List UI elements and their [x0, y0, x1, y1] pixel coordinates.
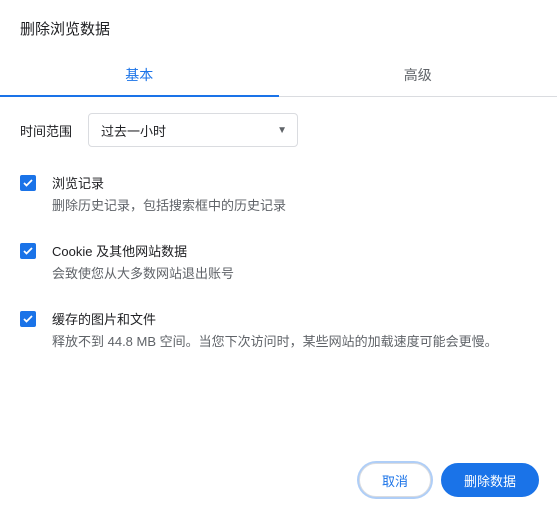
- options-list: 浏览记录 删除历史记录，包括搜索框中的历史记录 Cookie 及其他网站数据 会…: [0, 157, 557, 366]
- checkbox-browsing-history[interactable]: [20, 175, 36, 191]
- tab-basic[interactable]: 基本: [0, 53, 279, 96]
- cancel-button[interactable]: 取消: [359, 463, 431, 497]
- option-cookies: Cookie 及其他网站数据 会致使您从大多数网站退出账号: [20, 231, 537, 299]
- time-range-select[interactable]: 过去一小时 ▼: [88, 113, 298, 147]
- option-description: 释放不到 44.8 MB 空间。当您下次访问时，某些网站的加载速度可能会更慢。: [52, 332, 498, 353]
- option-description: 会致使您从大多数网站退出账号: [52, 264, 234, 285]
- tab-advanced[interactable]: 高级: [279, 53, 557, 96]
- option-title: 浏览记录: [52, 173, 286, 192]
- checkmark-icon: [22, 313, 34, 325]
- checkbox-cookies[interactable]: [20, 243, 36, 259]
- dialog-footer: 取消 删除数据: [359, 463, 539, 497]
- clear-data-button[interactable]: 删除数据: [441, 463, 539, 497]
- time-range-value: 过去一小时: [101, 121, 166, 140]
- option-text: 缓存的图片和文件 释放不到 44.8 MB 空间。当您下次访问时，某些网站的加载…: [52, 309, 498, 353]
- time-range-row: 时间范围 过去一小时 ▼: [0, 97, 557, 157]
- option-text: Cookie 及其他网站数据 会致使您从大多数网站退出账号: [52, 241, 234, 285]
- option-text: 浏览记录 删除历史记录，包括搜索框中的历史记录: [52, 173, 286, 217]
- tabs: 基本 高级: [0, 53, 557, 97]
- option-browsing-history: 浏览记录 删除历史记录，包括搜索框中的历史记录: [20, 163, 537, 231]
- time-range-label: 时间范围: [20, 121, 72, 140]
- option-cache: 缓存的图片和文件 释放不到 44.8 MB 空间。当您下次访问时，某些网站的加载…: [20, 299, 537, 367]
- caret-down-icon: ▼: [277, 125, 287, 136]
- option-description: 删除历史记录，包括搜索框中的历史记录: [52, 196, 286, 217]
- dialog-title: 删除浏览数据: [0, 0, 557, 53]
- option-title: Cookie 及其他网站数据: [52, 241, 234, 260]
- checkbox-cache[interactable]: [20, 311, 36, 327]
- option-title: 缓存的图片和文件: [52, 309, 498, 328]
- checkmark-icon: [22, 245, 34, 257]
- checkmark-icon: [22, 177, 34, 189]
